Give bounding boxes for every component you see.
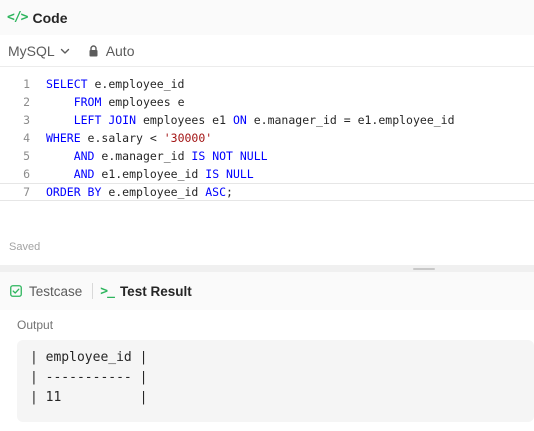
code-line[interactable]: 3 LEFT JOIN employees e1 ON e.manager_id…	[0, 111, 534, 129]
sql-keyword: ON	[232, 113, 247, 127]
sql-keyword: AND	[73, 149, 95, 163]
code-panel-header: </> Code	[0, 0, 534, 35]
result-panel: Testcase >_ Test Result Output | employe…	[0, 272, 534, 431]
sql-token: e1.employee_id	[94, 167, 206, 181]
code-line[interactable]: 1 SELECT e.employee_id	[0, 75, 534, 93]
code-text: FROM employees e	[30, 95, 185, 109]
code-line[interactable]: 6 AND e1.employee_id IS NULL	[0, 165, 534, 183]
tab-divider	[92, 283, 94, 299]
sql-keyword: IS NOT NULL	[191, 149, 268, 163]
tab-test-result-label: Test Result	[119, 283, 192, 299]
sql-token: ;	[226, 185, 233, 199]
panel-resize-handle[interactable]	[413, 268, 435, 270]
code-editor[interactable]: 1 SELECT e.employee_id 2 FROM employees e3…	[0, 75, 534, 201]
line-number: 5	[23, 149, 30, 163]
code-line[interactable]: 5 AND e.manager_id IS NOT NULL	[0, 147, 534, 165]
sql-token: e.manager_id	[94, 149, 192, 163]
checkbox-icon	[10, 285, 22, 297]
code-line[interactable]: 4 WHERE e.salary < '30000'	[0, 129, 534, 147]
language-label: MySQL	[8, 42, 55, 59]
sql-token: e.employee_id	[87, 77, 185, 91]
terminal-prompt-icon: >_	[100, 283, 115, 299]
code-text: AND e1.employee_id IS NULL	[30, 167, 254, 181]
auto-mode-toggle[interactable]: Auto	[88, 43, 135, 59]
code-line[interactable]: 7 ORDER BY e.employee_id ASC;	[0, 183, 534, 201]
code-panel: </> Code MySQL Auto 1 SELECT e.employee_i…	[0, 0, 534, 265]
code-line[interactable]: 2 FROM employees e	[0, 93, 534, 111]
output-label: Output	[17, 318, 54, 332]
tab-testcase[interactable]: Testcase	[10, 284, 82, 299]
sql-keyword: WHERE	[46, 131, 81, 145]
sql-keyword: FROM	[73, 95, 102, 109]
sql-token: e.employee_id	[101, 185, 206, 199]
sql-keyword: IS NULL	[205, 167, 254, 181]
chevron-down-icon	[60, 48, 69, 54]
code-panel-title: Code	[32, 9, 68, 26]
tab-testcase-label: Testcase	[29, 283, 83, 299]
sql-token: employees e1	[136, 113, 233, 127]
auto-mode-label: Auto	[105, 42, 135, 59]
code-text: WHERE e.salary < '30000'	[30, 131, 212, 145]
output-line: | employee_id |	[30, 350, 148, 365]
code-text: LEFT JOIN employees e1 ON e.manager_id =…	[30, 113, 455, 127]
sql-keyword: SELECT	[46, 77, 88, 91]
line-number: 2	[23, 95, 30, 109]
output-line: | 11 |	[30, 390, 148, 405]
result-tabs: Testcase >_ Test Result	[0, 272, 534, 310]
save-status: Saved	[9, 241, 41, 253]
language-select[interactable]: MySQL	[8, 43, 71, 59]
code-text: ORDER BY e.employee_id ASC;	[30, 185, 233, 199]
output-line: | ----------- |	[30, 370, 148, 385]
sql-token: e.manager_id = e1.employee_id	[246, 113, 455, 127]
output-box: | employee_id | | ----------- | | 11 |	[17, 340, 534, 422]
sql-token: employees e	[101, 95, 185, 109]
sql-keyword: ORDER BY	[46, 185, 102, 199]
line-number: 3	[23, 113, 30, 127]
sql-string: '30000'	[163, 131, 213, 145]
sql-keyword: LEFT JOIN	[73, 113, 137, 127]
line-number: 6	[23, 167, 30, 181]
sql-token: e.salary <	[80, 131, 164, 145]
sql-keyword: AND	[73, 167, 95, 181]
sql-keyword: ASC	[205, 185, 227, 199]
line-number: 7	[23, 185, 30, 199]
code-tag-icon: </>	[7, 10, 29, 25]
code-text: AND e.manager_id IS NOT NULL	[30, 149, 268, 163]
tab-test-result[interactable]: >_ Test Result	[100, 284, 191, 299]
code-text: SELECT e.employee_id	[30, 77, 184, 91]
line-number: 1	[23, 77, 30, 91]
line-number: 4	[23, 131, 30, 145]
editor-toolbar: MySQL Auto	[0, 35, 534, 67]
lock-icon	[89, 44, 98, 56]
